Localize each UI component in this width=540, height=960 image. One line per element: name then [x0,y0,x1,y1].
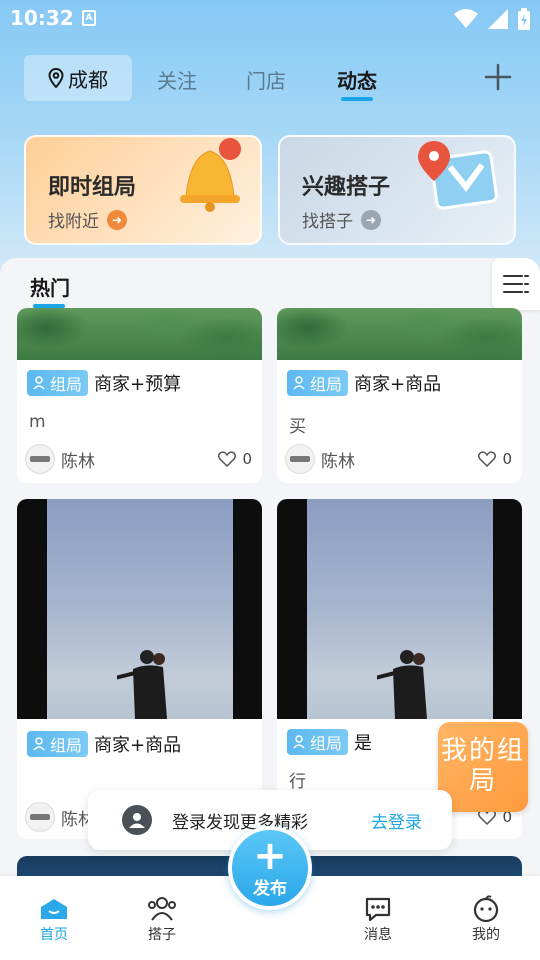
feature-subtitle-text: 找搭子 [302,212,353,232]
publish-label: 发布 [253,879,287,899]
list-view-button[interactable] [492,258,540,310]
map-pin-icon [418,141,498,210]
like-count: 0 [502,450,512,468]
card-title: 是 [354,733,373,754]
nav-profile[interactable]: 我的 [456,894,516,944]
photo-sky [47,499,233,719]
card-image [277,499,522,719]
nav-partner[interactable]: 搭子 [132,894,192,944]
instant-group-card[interactable]: 即时组局 找附近 ➜ [24,135,262,245]
plus-icon: + [253,833,287,879]
nav-messages-label: 消息 [364,927,392,943]
group-tag-label: 组局 [50,375,83,394]
like-count: 0 [242,450,252,468]
tab-hot[interactable]: 热门 [30,272,70,301]
feed-card[interactable] [277,856,522,878]
nav-home-label: 首页 [40,927,68,943]
nav-partner-label: 搭子 [148,927,176,943]
card-footer: 陈林 0 [285,443,512,475]
card-image [17,308,262,360]
card-tag-row: 组局 商家+预算 [27,370,181,396]
like-button[interactable]: 0 [478,450,512,468]
author-name[interactable]: 陈林 [61,447,95,472]
avatar[interactable] [25,444,55,474]
bell-icon [180,138,241,212]
avatar[interactable] [25,802,55,832]
list-icon [503,275,529,293]
battery-icon [518,8,530,30]
couple-silhouette [117,650,167,719]
avatar[interactable] [285,444,315,474]
card-tag-row: 组局 是 [287,729,372,755]
person-icon [293,376,305,390]
feed-card[interactable] [17,856,262,878]
person-icon [33,737,45,751]
person-icon [33,376,45,390]
group-tag: 组局 [27,731,89,757]
message-icon [365,897,391,922]
signal-icon [488,9,508,29]
status-bar: 10:32 A [0,0,540,38]
feed-card[interactable]: 组局 商家+预算 m 陈林 0 [17,308,262,483]
interest-partner-card[interactable]: 兴趣搭子 找搭子 ➜ [278,135,516,245]
card-footer: 陈林 0 [25,443,252,475]
group-tag-label: 组局 [50,736,83,755]
like-button[interactable]: 0 [218,450,252,468]
card-desc: 买 [289,417,306,437]
group-tag: 组局 [287,729,349,755]
feature-subtitle: 找搭子 ➜ [302,207,381,232]
card-desc: 行 [289,772,306,792]
feed-card[interactable]: 组局 商家+商品 买 陈林 0 [277,308,522,483]
profile-icon [473,895,499,923]
feed-card[interactable]: 组局 商家+商品 陈林 [17,499,262,839]
person-icon [293,735,305,749]
feature-subtitle: 找附近 ➜ [48,207,127,232]
nav-home[interactable]: 首页 [24,894,84,944]
card-desc: m [29,412,46,432]
card-image [277,308,522,360]
add-icon[interactable] [484,63,512,91]
card-tag-row: 组局 商家+商品 [287,370,441,396]
card-tag-row: 组局 商家+商品 [27,731,181,757]
card-title: 商家+商品 [94,735,182,756]
card-title: 商家+预算 [94,374,182,395]
nav-messages[interactable]: 消息 [348,894,408,944]
group-tag-label: 组局 [310,734,343,753]
status-time: 10:32 [10,6,74,30]
author-name[interactable]: 陈林 [321,447,355,472]
tab-stores[interactable]: 门店 [246,65,286,94]
city-label: 成都 [68,67,108,92]
feature-title: 即时组局 [48,175,137,200]
couple-silhouette [377,650,427,719]
tab-follow[interactable]: 关注 [157,65,197,94]
nav-profile-label: 我的 [472,927,500,943]
feature-title: 兴趣搭子 [302,175,391,200]
tab-moments[interactable]: 动态 [337,65,377,94]
heart-icon [218,451,237,467]
a-icon: A [82,10,96,26]
card-image [17,499,262,719]
card-title: 商家+商品 [354,374,442,395]
feature-subtitle-text: 找附近 [48,212,99,232]
user-icon [122,805,152,835]
home-icon [41,899,67,919]
top-nav: 成都 关注 门店 动态 [0,55,540,101]
arrow-right-icon: ➜ [361,209,381,230]
group-tag: 组局 [287,370,349,396]
login-button[interactable]: 去登录 [371,808,422,833]
people-icon [148,897,176,921]
login-prompt-text: 登录发现更多精彩 [172,812,308,833]
location-pin-icon [48,68,64,88]
group-tag: 组局 [27,370,89,396]
arrow-right-icon: ➜ [107,209,127,230]
wifi-icon [454,9,478,28]
tab-active-indicator [341,97,373,101]
group-tag-label: 组局 [310,375,343,394]
heart-icon [478,451,497,467]
status-icons [454,8,530,30]
photo-sky [307,499,493,719]
publish-button[interactable]: + 发布 [228,826,312,910]
city-selector[interactable]: 成都 [24,55,132,101]
